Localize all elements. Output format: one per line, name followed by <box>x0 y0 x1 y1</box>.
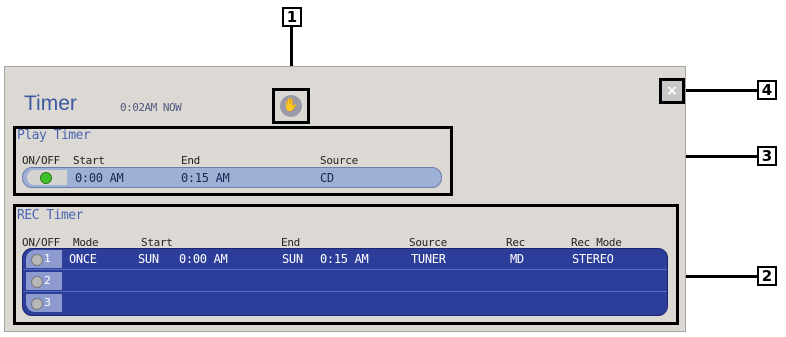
rec-mode: ONCE <box>69 252 97 266</box>
current-time: 0:02AM NOW <box>120 101 182 114</box>
rec-rec-mode: STEREO <box>572 252 614 266</box>
play-timer-label: Play Timer <box>17 128 91 143</box>
callout-2-line <box>679 275 758 278</box>
rec-start-time: 0:00 AM <box>179 252 228 266</box>
rec-row-number: 2 <box>44 274 51 287</box>
callout-1: 1 <box>282 7 302 27</box>
rec-row-number: 1 <box>44 252 51 265</box>
play-onoff-toggle[interactable] <box>27 170 67 185</box>
rec-onoff-toggle-3[interactable]: 3 <box>26 294 62 312</box>
play-source: CD <box>320 171 334 185</box>
play-timer-row[interactable]: 0:00 AM 0:15 AM CD <box>22 167 442 188</box>
rec-end-day: SUN <box>282 252 303 266</box>
hand-button[interactable]: ✋ <box>272 88 310 124</box>
hand-icon: ✋ <box>280 95 302 117</box>
play-end: 0:15 AM <box>181 171 230 185</box>
rec-start-day: SUN <box>138 252 159 266</box>
close-icon: × <box>666 83 678 99</box>
play-header-source: Source <box>320 154 358 167</box>
led-on-icon <box>40 172 52 184</box>
play-start: 0:00 AM <box>75 171 124 185</box>
window-title: Timer <box>24 92 77 115</box>
led-off-icon <box>31 254 43 266</box>
rec-row-number: 3 <box>44 296 51 309</box>
play-header-onoff: ON/OFF <box>22 154 60 167</box>
rec-onoff-toggle-1[interactable]: 1 <box>26 250 62 268</box>
callout-4-line <box>684 89 758 92</box>
rec-timer-label: REC Timer <box>17 208 83 223</box>
rec-end-time: 0:15 AM <box>320 252 369 266</box>
led-off-icon <box>31 298 43 310</box>
rec-row-3[interactable]: 3 <box>23 293 667 314</box>
callout-3: 3 <box>757 146 777 166</box>
callout-4: 4 <box>757 80 777 100</box>
play-header-end: End <box>181 154 200 167</box>
rec-rec: MD <box>510 252 524 266</box>
rec-row-2[interactable]: 2 <box>23 271 667 292</box>
play-header-start: Start <box>73 154 105 167</box>
rec-row-1[interactable]: 1 ONCE SUN 0:00 AM SUN 0:15 AM TUNER MD … <box>23 249 667 270</box>
callout-2: 2 <box>757 266 777 286</box>
rec-onoff-toggle-2[interactable]: 2 <box>26 272 62 290</box>
rec-timer-table: 1 ONCE SUN 0:00 AM SUN 0:15 AM TUNER MD … <box>22 248 668 316</box>
close-button[interactable]: × <box>659 78 685 104</box>
led-off-icon <box>31 276 43 288</box>
rec-source: TUNER <box>411 252 446 266</box>
